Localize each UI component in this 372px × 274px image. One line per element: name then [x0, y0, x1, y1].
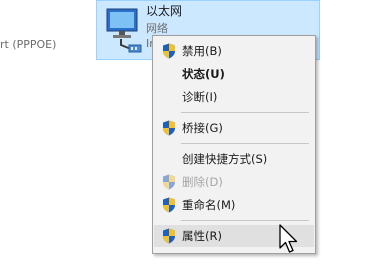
menu-item-label: 禁用(B): [182, 44, 222, 58]
menu-separator: [181, 143, 309, 144]
adapter-name: 以太网: [146, 4, 183, 18]
menu-item-create-shortcut[interactable]: 创建快捷方式(S): [154, 148, 314, 170]
network-adapter-icon: [106, 8, 142, 53]
uac-shield-icon: [163, 43, 175, 59]
menu-item-label: 创建快捷方式(S): [182, 152, 268, 166]
menu-item-delete[interactable]: 删除(D): [154, 171, 314, 193]
mouse-pointer-icon: [279, 224, 298, 253]
menu-separator: [181, 220, 309, 221]
menu-item-label: 删除(D): [182, 175, 223, 189]
uac-shield-icon: [163, 228, 175, 244]
menu-item-label: 桥接(G): [182, 121, 223, 135]
context-menu: 禁用(B) 状态(U) 诊断(I) 桥接(G) 创建快捷方式(S) 删除(D): [152, 35, 316, 254]
menu-item-status[interactable]: 状态(U): [154, 63, 314, 85]
menu-item-bridge[interactable]: 桥接(G): [154, 117, 314, 139]
menu-separator: [181, 112, 309, 113]
menu-item-label: 属性(R): [182, 229, 222, 243]
uac-shield-icon: [163, 120, 175, 136]
uac-shield-icon: [163, 174, 175, 190]
menu-item-label: 诊断(I): [182, 90, 218, 104]
menu-item-label: 状态(U): [182, 67, 225, 81]
menu-item-disable[interactable]: 禁用(B): [154, 40, 314, 62]
menu-item-label: 重命名(M): [182, 198, 236, 212]
uac-shield-icon: [163, 197, 175, 213]
menu-item-diagnose[interactable]: 诊断(I): [154, 86, 314, 108]
connection-name-pppoe[interactable]: rt (PPPOE): [0, 38, 56, 51]
adapter-network-status: 网络: [146, 22, 168, 35]
menu-item-rename[interactable]: 重命名(M): [154, 194, 314, 216]
